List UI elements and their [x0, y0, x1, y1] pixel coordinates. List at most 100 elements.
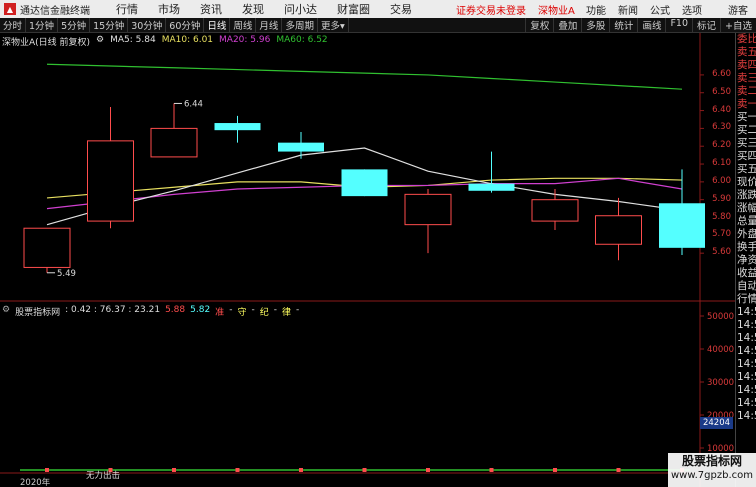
volume-axis: 5000040000300002000010000	[700, 312, 734, 454]
chart-tools: 复权 叠加 多股 统计 画线 F10 标记 +自选	[525, 18, 756, 32]
quote-panel-item: 卖二	[737, 85, 756, 97]
price-axis-label: 5.90	[712, 193, 731, 204]
quote-panel-item: 买三	[737, 137, 756, 149]
bottom-indicator-dot	[362, 468, 367, 472]
quote-panel-item: 外盘	[737, 228, 756, 240]
quote-panel-item: 换手	[737, 241, 756, 253]
ma60-line	[46, 63, 683, 90]
price-axis-label: 6.40	[712, 104, 731, 115]
quote-panel-item: 买一	[737, 111, 756, 123]
menu-discover[interactable]: 发现	[232, 1, 274, 17]
indicator-dash-4: -	[295, 305, 300, 315]
candle-body	[404, 193, 452, 226]
tool-draw[interactable]: 画线	[637, 18, 665, 32]
period-5min[interactable]: 5分钟	[58, 18, 91, 32]
period-1min[interactable]: 1分钟	[26, 18, 59, 32]
price-axis-label: 6.50	[712, 86, 731, 97]
watermark-title: 股票指标网	[681, 454, 742, 468]
menu-options[interactable]: 选项	[676, 2, 708, 17]
period-more[interactable]: 更多▾	[318, 18, 349, 32]
chart-area[interactable]: 6.445.49 5000040000300002000010000 无力出击	[0, 33, 735, 487]
tool-overlay[interactable]: 叠加	[553, 18, 581, 32]
quote-panel-item: 买四	[737, 150, 756, 162]
tool-mark[interactable]: 标记	[692, 18, 720, 32]
bottom-indicator: 无力出击	[20, 468, 690, 481]
quote-panel-item: 自动	[737, 280, 756, 292]
quote-panel-item: 卖一	[737, 98, 756, 110]
year-label: 2020年	[20, 478, 51, 487]
indicator-dash-3: -	[273, 305, 277, 315]
tool-f10[interactable]: F10	[665, 18, 692, 32]
quote-panel[interactable]: 委比 卖五 卖四 卖三 卖二 卖一 买一 买二 买三 买四 买五 现价 涨跌 涨幅 总量 外盘 换手 净资 收益 自动…	[735, 33, 756, 487]
period-15min[interactable]: 15分钟	[90, 18, 129, 32]
watermark-url: www.7gpzb.com	[671, 470, 753, 481]
tool-stats[interactable]: 统计	[609, 18, 637, 32]
quote-panel-item: 14:56	[737, 345, 756, 357]
volume-axis-label: 30000	[707, 378, 734, 388]
high-label: 6.44	[184, 99, 203, 109]
period-30min[interactable]: 30分钟	[128, 18, 167, 32]
period-multi[interactable]: 多周期	[282, 18, 318, 32]
menu-market-quotes[interactable]: 行情	[106, 1, 148, 17]
quote-panel-item: 买二	[737, 124, 756, 136]
quote-panel-item: 14:56	[737, 358, 756, 370]
tool-adjust[interactable]: 复权	[525, 18, 553, 32]
right-menu: 功能 新闻 公式 选项	[580, 2, 708, 17]
bottom-indicator-dot	[426, 468, 430, 472]
bottom-indicator-dot	[235, 468, 240, 472]
indicator-tag-1: 准	[215, 308, 225, 318]
period-intraday[interactable]: 分时	[0, 18, 27, 32]
panel-separators	[0, 300, 735, 474]
volume-axis-label: 40000	[707, 345, 734, 355]
period-weekly[interactable]: 周线	[230, 18, 257, 32]
menu-news[interactable]: 资讯	[190, 1, 232, 17]
quote-panel-item: 14:56	[737, 319, 756, 331]
menu-headlines[interactable]: 新闻	[612, 2, 644, 17]
price-axis-label: 6.60	[712, 68, 731, 79]
quote-panel-item: 现价	[737, 176, 756, 188]
quote-panel-item: 涨幅	[737, 202, 756, 214]
menu-formula[interactable]: 公式	[644, 2, 676, 17]
quote-panel-item: 涨跌	[737, 189, 756, 201]
candle-body	[341, 169, 388, 197]
current-stock-name: 深物业A	[538, 5, 575, 17]
period-60min[interactable]: 60分钟	[166, 18, 205, 32]
candle-body	[150, 127, 198, 158]
quote-panel-list: 委比 卖五 卖四 卖三 卖二 卖一 买一 买二 买三 买四 买五 现价 涨跌 涨幅 总量 外盘 换手 净资 收益 自动…	[736, 33, 756, 423]
quote-panel-item: 总量	[737, 215, 756, 227]
quote-panel-item: 14:56	[737, 384, 756, 396]
candle-body	[468, 183, 515, 191]
bottom-indicator-dot	[553, 468, 557, 472]
tool-multi-stock[interactable]: 多股	[581, 18, 609, 32]
quote-panel-item: 14:56	[737, 410, 756, 422]
app-logo-icon: ▲	[4, 3, 16, 15]
indicator-name[interactable]: 股票指标网	[15, 305, 60, 318]
period-monthly[interactable]: 月线	[256, 18, 283, 32]
period-daily[interactable]: 日线	[204, 18, 231, 32]
price-axis-label: 6.30	[712, 122, 731, 133]
guest-user[interactable]: 游客	[708, 2, 756, 17]
indicator-v2: 5.82	[190, 305, 211, 315]
menu-function[interactable]: 功能	[580, 2, 612, 17]
app-title: 通达信金融终端	[20, 5, 90, 17]
candle-body	[531, 199, 579, 222]
menu-ask[interactable]: 问小达	[274, 1, 327, 17]
menu-market[interactable]: 市场	[148, 1, 190, 17]
login-alert[interactable]: 证券交易未登录	[456, 2, 526, 17]
volume-badge: 24204	[700, 417, 733, 429]
low-label: 5.49	[57, 269, 76, 279]
menu-trade[interactable]: 交易	[380, 1, 422, 17]
candle-body	[659, 203, 705, 248]
quote-panel-item: 委比	[737, 33, 756, 45]
quote-panel-item: 卖四	[737, 59, 756, 71]
period-more-label: 更多	[320, 21, 340, 32]
bottom-indicator-dot	[45, 468, 49, 472]
indicator-settings-icon[interactable]: ⚙	[2, 305, 10, 318]
candle-body	[87, 140, 134, 222]
bottom-indicator-dot	[489, 468, 494, 472]
menu-wealth-circle[interactable]: 财富圈	[327, 1, 380, 17]
tool-add-watchlist[interactable]: +自选	[720, 18, 756, 32]
candles	[23, 103, 705, 273]
bottom-indicator-dot	[616, 468, 621, 472]
indicator-tag-4: 律	[281, 308, 291, 318]
